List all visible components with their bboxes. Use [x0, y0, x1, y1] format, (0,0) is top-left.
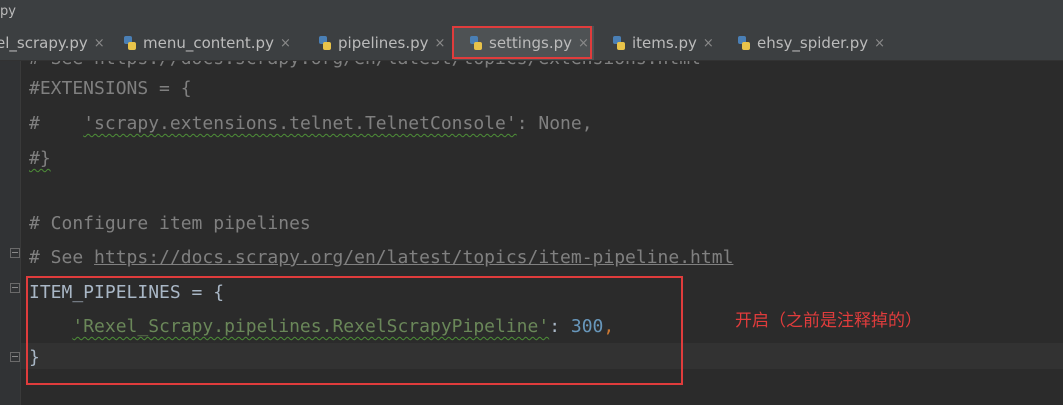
tab-label: settings.py — [489, 34, 572, 52]
code-line: ITEM_PIPELINES = { — [29, 282, 225, 303]
close-icon[interactable]: × — [94, 36, 105, 51]
code-line: } — [29, 347, 40, 368]
tab-ehsy-spider[interactable]: ehsy_spider.py × — [736, 26, 885, 60]
python-file-icon — [124, 36, 136, 50]
tab-label: ehsy_spider.py — [757, 34, 869, 52]
code-line: #EXTENSIONS = { — [29, 78, 192, 99]
tab-label: pipelines.py — [338, 34, 429, 52]
current-line-highlight — [21, 343, 1063, 369]
docs-link[interactable]: https://docs.scrapy.org/en/latest/topics… — [94, 247, 733, 268]
tab-label: el_scrapy.py — [0, 34, 88, 52]
close-icon[interactable]: × — [578, 36, 589, 51]
code-line: # 'scrapy.extensions.telnet.TelnetConsol… — [29, 113, 593, 134]
fold-marker-icon[interactable] — [10, 248, 20, 258]
fold-marker-icon[interactable] — [10, 283, 20, 293]
tab-settings[interactable]: settings.py × — [454, 26, 594, 60]
python-file-icon — [470, 36, 482, 50]
tab-items[interactable]: items.py × — [611, 26, 714, 60]
fold-marker-icon[interactable] — [10, 352, 20, 362]
tab-pipelines[interactable]: pipelines.py × — [317, 26, 445, 60]
python-file-icon — [319, 36, 331, 50]
code-line: # See https://docs.scrapy.org/en/latest/… — [29, 247, 734, 268]
code-line: #} — [29, 148, 51, 169]
tab-el-scrapy[interactable]: el_scrapy.py × — [0, 26, 105, 60]
code-line: # Configure item pipelines — [29, 213, 311, 234]
title-bar: py — [0, 0, 1063, 26]
close-icon[interactable]: × — [874, 36, 885, 51]
annotation-note: 开启（之前是注释掉的） — [735, 311, 922, 331]
window-title: py — [0, 4, 16, 19]
code-line: 'Rexel_Scrapy.pipelines.RexelScrapyPipel… — [72, 316, 615, 337]
python-file-icon — [738, 36, 750, 50]
tab-label: menu_content.py — [143, 34, 274, 52]
close-icon[interactable]: × — [280, 36, 291, 51]
tab-menu-content[interactable]: menu_content.py × — [122, 26, 291, 60]
tab-label: items.py — [632, 34, 697, 52]
code-line: # See https://docs.scrapy.org/en/latest/… — [29, 61, 701, 71]
close-icon[interactable]: × — [435, 36, 446, 51]
editor-tab-bar: el_scrapy.py × menu_content.py × pipelin… — [0, 26, 1063, 61]
close-icon[interactable]: × — [703, 36, 714, 51]
python-file-icon — [613, 36, 625, 50]
code-editor[interactable]: # See https://docs.scrapy.org/en/latest/… — [0, 61, 1063, 405]
